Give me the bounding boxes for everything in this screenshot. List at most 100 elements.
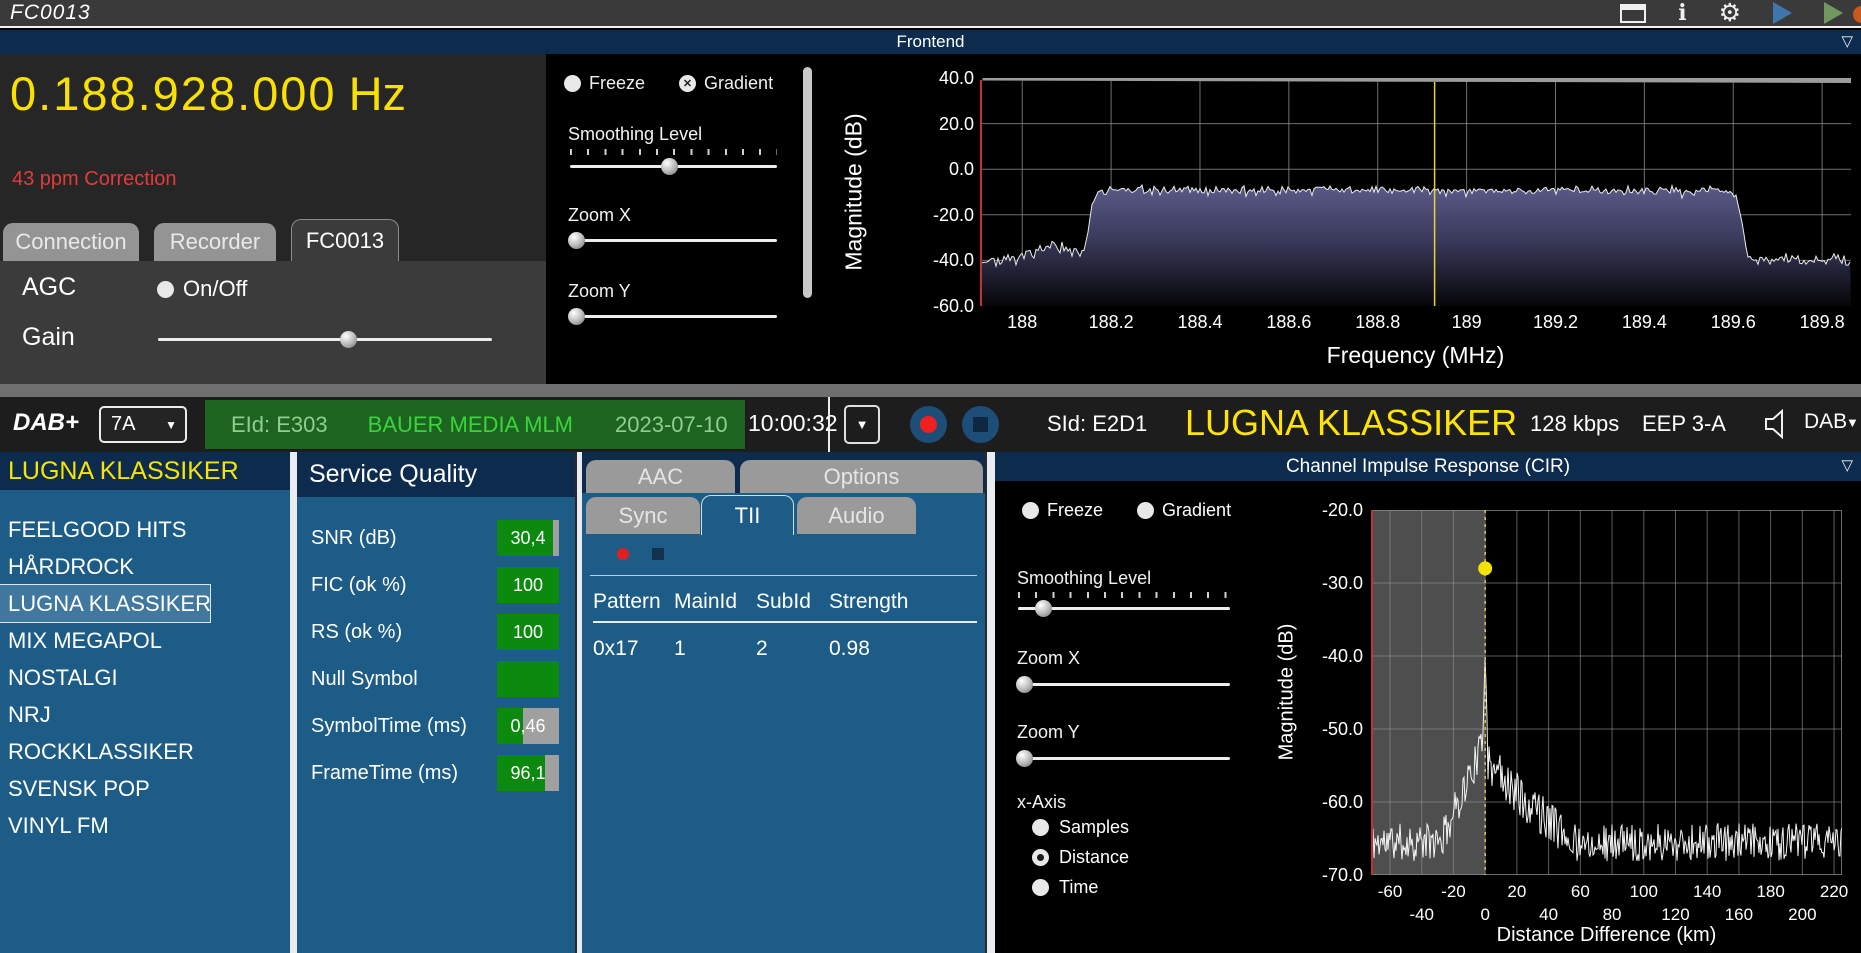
- station-list-item[interactable]: SVENSK POP: [0, 770, 290, 807]
- spectrum-zoomy-thumb[interactable]: [568, 308, 585, 325]
- time-radio[interactable]: [1032, 879, 1049, 896]
- spectrum-smoothing-slider[interactable]: [570, 158, 777, 175]
- cir-gradient-radio[interactable]: [1137, 502, 1154, 519]
- cir-panel: Channel Impulse Response (CIR) ▽ Freeze …: [995, 452, 1861, 953]
- tab-audio[interactable]: Audio: [797, 497, 916, 534]
- axis-tick-label: 20.0: [886, 114, 974, 135]
- tab-recorder[interactable]: Recorder: [154, 223, 276, 261]
- speaker-icon[interactable]: [1762, 409, 1796, 439]
- app-window: FC0013 i ⚙ Frontend ▽ 0.188.928.000Hz 43…: [0, 0, 1861, 953]
- play-green-icon[interactable]: [1824, 2, 1843, 24]
- tab-connection[interactable]: Connection: [3, 223, 139, 261]
- quality-metric-bar: 100: [497, 614, 559, 650]
- spectrum-xtick-labels: 188188.2188.4188.6188.8189189.2189.4189.…: [980, 312, 1851, 336]
- output-chevron-down-icon[interactable]: ▼: [1846, 415, 1859, 430]
- cir-zoomy-slider[interactable]: [1018, 750, 1230, 767]
- axis-tick-label: 220: [1806, 882, 1861, 902]
- cir-smoothing-label: Smoothing Level: [1017, 568, 1151, 589]
- station-list-item[interactable]: ROCKKLASSIKER: [0, 733, 290, 770]
- channel-dropdown[interactable]: 7A ▼: [99, 406, 187, 443]
- sync-status-square: [652, 548, 664, 560]
- cir-xaxis-option-samples: Samples: [1032, 817, 1129, 838]
- cir-zoomy-track[interactable]: [1018, 757, 1230, 760]
- gain-slider[interactable]: [158, 331, 492, 348]
- spectrum-zoomy-slider[interactable]: [570, 308, 777, 325]
- cir-smoothing-thumb[interactable]: [1035, 600, 1052, 617]
- station-list-item[interactable]: NRJ: [0, 696, 290, 733]
- spectrum-freeze-radio[interactable]: [564, 75, 581, 92]
- play-blue-icon[interactable]: [1773, 2, 1792, 24]
- axis-tick-label: 188: [992, 312, 1052, 333]
- panel-divider-1[interactable]: [290, 452, 297, 953]
- spectrum-zoomx-thumb[interactable]: [568, 232, 585, 249]
- quality-metric-value: [497, 661, 559, 697]
- cir-title: Channel Impulse Response (CIR): [1286, 456, 1570, 478]
- tab-sync[interactable]: Sync: [586, 497, 700, 534]
- smoothing-tickmarks: [570, 149, 777, 155]
- cir-zoomx-thumb[interactable]: [1016, 676, 1033, 693]
- tab-aac[interactable]: AAC: [586, 460, 735, 493]
- spectrum-gradient-checkbox[interactable]: [679, 75, 696, 92]
- stop-button[interactable]: [962, 406, 999, 443]
- samples-radio[interactable]: [1032, 819, 1049, 836]
- axis-tick-label: -20.0: [1283, 500, 1363, 521]
- controls-scrollbar[interactable]: [803, 67, 812, 298]
- station-list-item[interactable]: VINYL FM: [0, 807, 290, 844]
- station-list-item[interactable]: FEELGOOD HITS: [0, 511, 290, 548]
- spectrum-zoomx-label: Zoom X: [568, 205, 631, 226]
- spectrum-zoomx-slider[interactable]: [570, 232, 777, 249]
- agc-onoff-radio[interactable]: [157, 281, 174, 298]
- quality-metric-bar: 0,46: [497, 708, 559, 744]
- output-device-dropdown[interactable]: DAB: [1804, 410, 1847, 434]
- tab-fc0013[interactable]: FC0013: [291, 219, 399, 261]
- cir-gradient-label: Gradient: [1162, 500, 1231, 521]
- panel-divider-2[interactable]: [575, 452, 582, 953]
- cir-xaxis-option-time: Time: [1032, 877, 1098, 898]
- panel-divider-3[interactable]: [985, 452, 995, 953]
- cir-collapse-triangle-icon[interactable]: ▽: [1841, 456, 1853, 474]
- axis-tick-label: -30.0: [1283, 573, 1363, 594]
- spectrum-zoomx-track[interactable]: [570, 239, 777, 242]
- tab-options[interactable]: Options: [740, 460, 983, 493]
- axis-tick-label: 0.0: [886, 159, 974, 180]
- axis-tick-label: -60.0: [1283, 792, 1363, 813]
- axis-tick-label: -60: [1362, 882, 1418, 902]
- gain-slider-thumb[interactable]: [340, 331, 357, 348]
- record-button[interactable]: [910, 406, 947, 443]
- tii-col-header: MainId: [674, 590, 756, 614]
- gain-slider-track[interactable]: [158, 338, 492, 341]
- axis-tick-label: 100: [1616, 882, 1672, 902]
- station-list-item[interactable]: HÅRDROCK: [0, 548, 290, 585]
- station-list-item[interactable]: LUGNA KLASSIKER: [0, 585, 210, 622]
- spectrum-freeze-gradient-row: Freeze Gradient: [564, 73, 773, 94]
- dab-mode-label: DAB+: [13, 409, 79, 437]
- station-list-item[interactable]: NOSTALGI: [0, 659, 290, 696]
- distance-radio[interactable]: [1032, 849, 1049, 866]
- tii-cell: 0.98: [829, 637, 977, 661]
- collapse-triangle-icon[interactable]: ▽: [1841, 32, 1853, 50]
- quality-metric-value: 30,4: [497, 520, 559, 556]
- info-icon[interactable]: i: [1678, 2, 1686, 24]
- axis-tick-label: 120: [1647, 905, 1703, 925]
- quality-metric-value: 100: [497, 567, 559, 603]
- cir-zoomx-slider[interactable]: [1018, 676, 1230, 693]
- station-list-item[interactable]: MIX MEGAPOL: [0, 622, 290, 659]
- axis-tick-label: 189.6: [1703, 312, 1763, 333]
- cir-smoothing-slider[interactable]: [1018, 600, 1230, 617]
- cir-freeze-radio[interactable]: [1022, 502, 1039, 519]
- spectrum-zoomy-track[interactable]: [570, 315, 777, 318]
- cir-zoomx-label: Zoom X: [1017, 648, 1080, 669]
- cir-zoomy-thumb[interactable]: [1016, 750, 1033, 767]
- gear-icon[interactable]: ⚙: [1719, 1, 1741, 26]
- axis-tick-label: 40.0: [886, 68, 974, 89]
- spectrum-smoothing-thumb[interactable]: [661, 158, 678, 175]
- expand-button[interactable]: ▼: [844, 405, 880, 444]
- window-icon[interactable]: [1620, 4, 1646, 23]
- distance-label: Distance: [1059, 847, 1129, 868]
- spectrum-plot-svg: [980, 78, 1851, 306]
- quality-metric-bar: [497, 661, 559, 697]
- spectrum-xlabel: Frequency (MHz): [980, 342, 1851, 369]
- spectrum-zoomy-label: Zoom Y: [568, 281, 631, 302]
- cir-zoomx-track[interactable]: [1018, 683, 1230, 686]
- tab-tii[interactable]: TII: [701, 495, 794, 535]
